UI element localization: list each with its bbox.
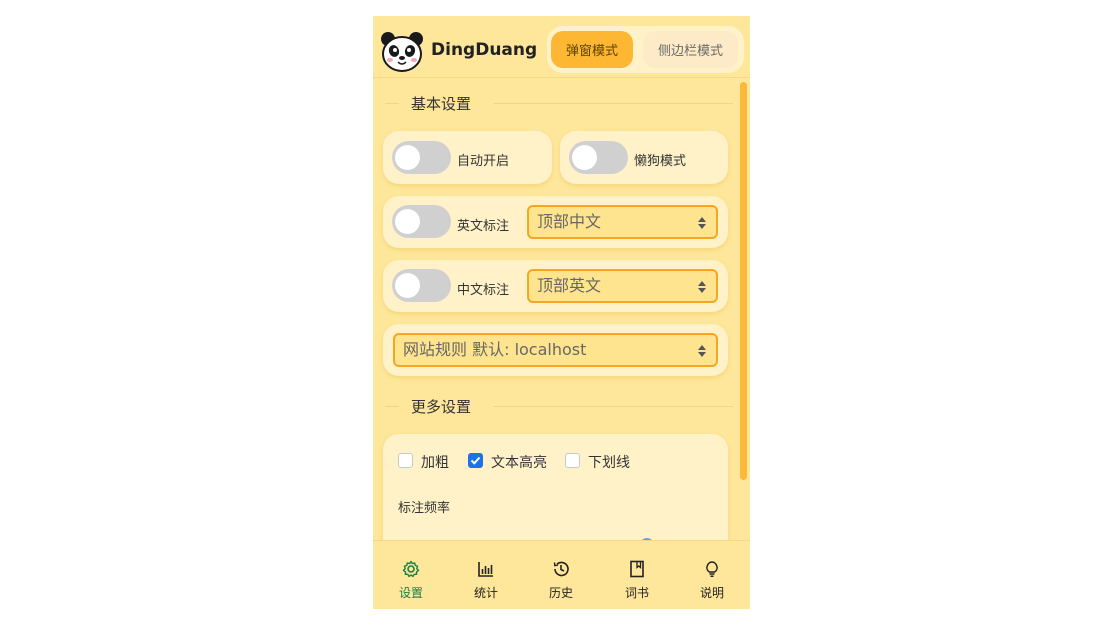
scrollbar[interactable] [740,82,747,480]
lazy-mode-card: 懒狗模式 [560,131,728,184]
more-settings-heading: 更多设置 [385,396,735,416]
bar-chart-icon [478,562,493,577]
english-annotation-label: 英文标注 [457,219,510,234]
extension-panel: DingDuang 弹窗模式 侧边栏模式 基本设置 自动开启 懒狗模式 英文标注… [373,16,750,609]
select-arrows-icon [698,217,706,229]
basic-settings-heading: 基本设置 [385,93,735,113]
history-clock-icon [553,561,569,577]
sidebar-mode-button[interactable]: 侧边栏模式 [643,31,738,68]
chinese-annotation-card: 中文标注 顶部英文 [383,260,728,312]
lightbulb-icon [706,561,718,578]
auto-open-label: 自动开启 [457,154,510,169]
nav-settings[interactable]: 设置 [381,541,441,609]
highlight-label: 文本高亮 [491,455,547,471]
chinese-annotation-select[interactable]: 顶部英文 [527,269,718,303]
app-title: DingDuang [431,40,538,60]
nav-wordbook[interactable]: 词书 [607,541,667,609]
nav-stats-label: 统计 [473,586,498,600]
nav-history[interactable]: 历史 [531,541,591,609]
auto-open-toggle[interactable] [392,141,451,174]
site-rule-card: 网站规则 默认: localhost [383,324,728,376]
mode-switch: 弹窗模式 侧边栏模式 [547,26,744,73]
check-icon [470,456,481,465]
nav-wordbook-label: 词书 [624,586,649,600]
nav-settings-label: 设置 [398,586,423,600]
bottom-nav: 设置 统计 历史 词书 说明 [373,540,750,609]
english-annotation-card: 英文标注 顶部中文 [383,196,728,248]
nav-help[interactable]: 说明 [682,541,742,609]
header: DingDuang 弹窗模式 侧边栏模式 [373,16,750,78]
select-arrows-icon [698,345,706,357]
lazy-mode-toggle[interactable] [569,141,628,174]
highlight-checkbox[interactable] [468,453,483,468]
english-annotation-toggle[interactable] [392,205,451,238]
bold-label: 加粗 [421,455,449,471]
select-arrows-icon [698,281,706,293]
nav-help-label: 说明 [699,586,724,600]
underline-label: 下划线 [588,455,630,471]
lazy-mode-label: 懒狗模式 [634,154,687,169]
nav-history-label: 历史 [548,586,573,600]
english-annotation-select[interactable]: 顶部中文 [527,205,718,239]
chinese-annotation-label: 中文标注 [457,283,510,298]
panda-logo-icon [381,32,423,72]
nav-stats[interactable]: 统计 [456,541,516,609]
popup-mode-button[interactable]: 弹窗模式 [551,31,633,68]
site-rule-select[interactable]: 网站规则 默认: localhost [393,333,718,367]
gear-icon [402,560,420,578]
underline-checkbox[interactable] [565,453,580,468]
frequency-label: 标注频率 [398,501,451,516]
auto-open-card: 自动开启 [383,131,552,184]
book-icon [630,560,644,578]
chinese-annotation-toggle[interactable] [392,269,451,302]
bold-checkbox[interactable] [398,453,413,468]
